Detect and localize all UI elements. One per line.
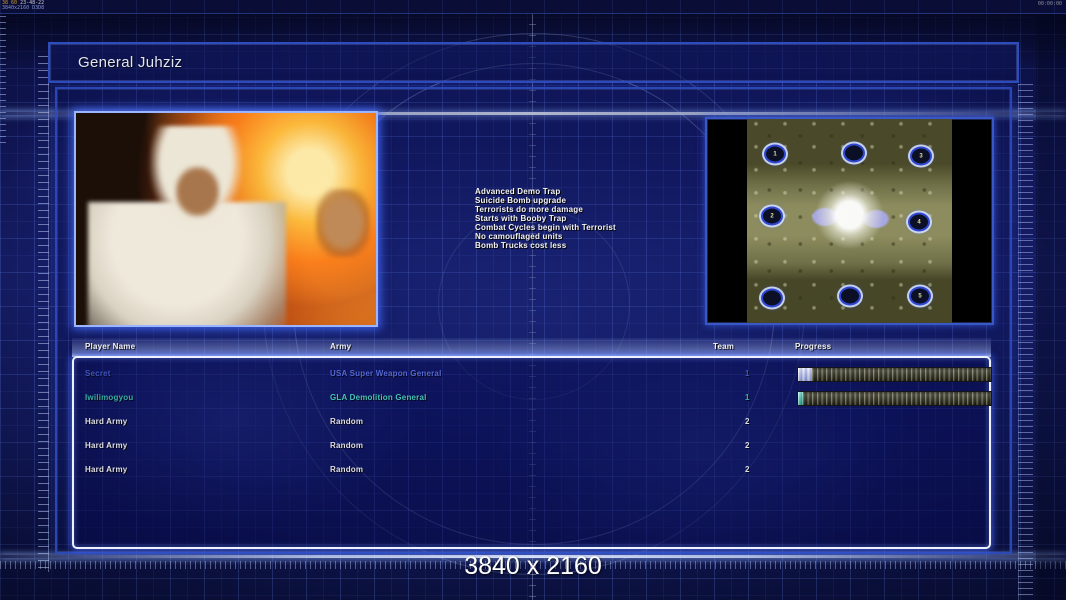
fps-overlay: 38 60 23-48-22 3840x2160 D3D8 [2,1,44,11]
table-row: Hard Army Random 2 [74,434,989,458]
map-marker: 5 [909,286,931,306]
player-name-cell: Hard Army [85,441,128,450]
progress-fill [798,368,812,381]
map-marker: 3 [910,146,932,166]
abilities-list: Advanced Demo Trap Suicide Bomb upgrade … [475,187,616,250]
resolution-watermark: 3840 x 2160 [464,552,602,580]
player-name-cell: Hard Army [85,417,128,426]
renderer-info: 3840x2160 D3D8 [2,5,45,11]
column-header-team: Team [713,342,735,351]
army-cell: Random [330,441,364,450]
ruler-right [1018,84,1033,600]
army-cell: USA Super Weapon General [330,369,442,378]
session-timer: 00:00:00 [1037,1,1062,7]
team-cell: 1 [745,393,750,402]
top-status-bar: 38 60 23-48-22 3840x2160 D3D8 00:00:00 [0,0,1066,14]
team-cell: 2 [745,465,750,474]
army-cell: GLA Demolition General [330,393,427,402]
column-header-progress: Progress [795,342,832,351]
title-panel: General Juhziz [48,42,1019,83]
army-cell: Random [330,465,364,474]
general-title: General Juhziz [78,54,183,71]
map-marker [761,288,783,308]
map-marker [839,286,861,306]
table-row: Hard Army Random 2 [74,458,989,482]
team-cell: 1 [745,369,750,378]
column-header-player: Player Name [85,342,136,351]
ability-item: Terrorists do more damage [475,205,583,214]
player-name-cell: Secret [85,369,111,378]
loading-screen: 38 60 23-48-22 3840x2160 D3D8 00:00:00 G… [0,0,1066,600]
map-marker: 4 [908,212,930,232]
ability-item: Bomb Trucks cost less [475,241,567,250]
ability-item: Combat Cycles begin with Terrorist [475,223,616,232]
player-name-cell: Iwilimogyou [85,393,134,402]
general-hand [316,189,370,258]
progress-bar [797,391,992,406]
ruler-left [38,56,49,572]
right-edge-shade [1036,13,1066,600]
ruler-edge-left [0,16,6,146]
column-header-army: Army [330,342,352,351]
ability-item: Advanced Demo Trap [475,187,561,196]
progress-bar [797,367,992,382]
team-cell: 2 [745,417,750,426]
player-name-cell: Hard Army [85,465,128,474]
team-cell: 2 [745,441,750,450]
map-marker [843,143,865,163]
table-row: Hard Army Random 2 [74,410,989,434]
table-row: Iwilimogyou GLA Demolition General 1 [74,386,992,410]
general-portrait [74,111,378,327]
player-table: Secret USA Super Weapon General 1 Iwilim… [72,356,992,549]
army-cell: Random [330,417,364,426]
ability-item: Starts with Booby Trap [475,214,567,223]
map-preview: 1 3 2 4 5 [705,117,994,325]
map-marker: 2 [761,206,783,226]
table-row: Secret USA Super Weapon General 1 [74,362,992,386]
map-marker: 1 [764,144,786,164]
general-face [175,166,220,217]
ability-item: No camouflaged units [475,232,563,241]
progress-fill [798,392,803,405]
table-header-band [72,338,991,357]
ability-item: Suicide Bomb upgrade [475,196,567,205]
